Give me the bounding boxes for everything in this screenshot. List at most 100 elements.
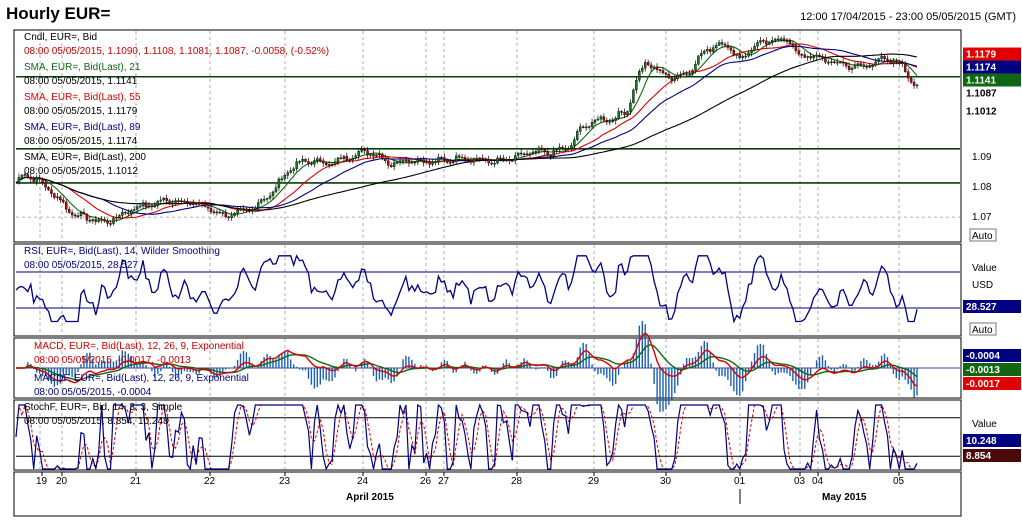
- candle-body: [771, 40, 774, 43]
- candle-body: [416, 159, 419, 163]
- candle-body: [268, 195, 272, 199]
- candle-body: [561, 146, 564, 149]
- candle-body: [836, 61, 839, 64]
- candle-body: [871, 65, 874, 67]
- candle-body: [76, 215, 80, 217]
- candle-body: [567, 148, 570, 150]
- candle-body: [227, 216, 230, 219]
- candle-body: [824, 56, 827, 63]
- candle-body: [516, 152, 520, 156]
- candle-body: [159, 199, 162, 202]
- candle-body: [626, 111, 629, 116]
- candle-body: [165, 198, 168, 201]
- candle-body: [901, 62, 904, 65]
- candle-body: [129, 210, 133, 215]
- candle-body: [682, 73, 685, 75]
- candle-body: [655, 66, 659, 70]
- macd-legend-title: MACD, EUR=, Bid(Last), 12, 26, 9, Expone…: [34, 341, 244, 352]
- candle-body: [502, 157, 505, 160]
- candle-body: [803, 54, 806, 58]
- x-day-label-27: 27: [438, 476, 450, 487]
- candle-body: [460, 157, 464, 159]
- candle-body: [218, 211, 222, 214]
- candle-body: [469, 160, 473, 163]
- candle-body: [723, 43, 727, 46]
- candle-body: [700, 53, 703, 57]
- candle-body: [257, 202, 260, 208]
- candle-body: [806, 56, 809, 58]
- candle-body: [280, 178, 284, 181]
- sma-89-line: [15, 45, 918, 215]
- candle-body: [496, 157, 499, 164]
- candle-body: [254, 207, 257, 210]
- candle-body: [838, 61, 842, 64]
- x-day-label-21: 21: [130, 476, 142, 487]
- candle-body: [103, 219, 106, 222]
- candle-body: [717, 42, 721, 46]
- candle-body: [29, 176, 33, 180]
- candle-body: [32, 178, 35, 182]
- candle-body: [720, 42, 724, 45]
- candle-body: [35, 177, 38, 182]
- candle-body: [321, 160, 325, 164]
- candle-body: [156, 200, 160, 206]
- candle-body: [304, 158, 307, 162]
- rsi-value-tag: 28.527: [966, 302, 997, 313]
- candle-body: [206, 206, 210, 209]
- legend-sma21-values: 08:00 05/05/2015, 1.1141: [24, 76, 138, 87]
- chart-canvas[interactable]: Cndl, EUR=, Bid 08:00 05/05/2015, 1.1090…: [0, 0, 1022, 524]
- candle-body: [623, 112, 626, 116]
- candle-body: [593, 119, 597, 123]
- candle-body: [91, 219, 95, 222]
- macd-tag-0: -0.0004: [966, 351, 1000, 362]
- candle-body: [56, 196, 59, 199]
- candle-body: [844, 62, 848, 67]
- candle-body: [135, 206, 139, 210]
- price-auto-button[interactable]: Auto: [972, 231, 993, 242]
- candle-body: [50, 189, 53, 194]
- candle-body: [729, 47, 733, 51]
- candle-body: [608, 121, 612, 123]
- candle-body: [478, 157, 482, 160]
- price-axis: 1.09 1.08 1.07: [972, 152, 992, 223]
- rsi-auto-button[interactable]: Auto: [972, 325, 993, 336]
- candle-body: [906, 71, 910, 79]
- legend-cndl-values: 08:00 05/05/2015, 1.1090, 1.1108, 1.1081…: [24, 46, 329, 57]
- candle-body: [168, 200, 171, 205]
- candle-body: [82, 212, 86, 215]
- price-tag-2: 1.1141: [966, 76, 996, 87]
- candle-body: [862, 64, 866, 67]
- candle-body: [271, 191, 275, 197]
- candle-body: [555, 149, 558, 151]
- candle-body: [505, 159, 508, 161]
- candle-body: [570, 145, 573, 149]
- candle-body: [144, 202, 148, 208]
- candle-body: [880, 55, 883, 59]
- legend-sma89-values: 08:00 05/05/2015, 1.1174: [24, 136, 138, 147]
- candle-body: [245, 208, 248, 211]
- moving-averages: [15, 39, 918, 222]
- x-day-label-30: 30: [660, 476, 672, 487]
- candle-body: [372, 154, 375, 157]
- legend-sma21-title: SMA, EUR=, Bid(Last), 21: [24, 62, 141, 73]
- candle-body: [765, 40, 768, 45]
- candle-body: [437, 156, 440, 162]
- legend-cndl-title: Cndl, EUR=, Bid: [24, 32, 97, 43]
- macd-tag-1: -0.0013: [966, 365, 1000, 376]
- candle-body: [428, 161, 431, 165]
- candle-body: [605, 120, 609, 123]
- candle-body: [514, 155, 517, 161]
- x-day-label-20: 20: [56, 476, 68, 487]
- price-tag-4: 1.1012: [966, 107, 997, 118]
- candle-body: [64, 201, 68, 210]
- candle-body: [735, 54, 739, 56]
- candle-body: [809, 56, 812, 59]
- candle-body: [209, 207, 213, 212]
- candle-body: [194, 203, 198, 205]
- candle-body: [307, 161, 310, 164]
- panel-frames: [13, 29, 962, 517]
- candle-body: [79, 212, 83, 216]
- candle-body: [856, 63, 860, 65]
- candle-body: [768, 41, 771, 45]
- candle-body: [88, 219, 92, 222]
